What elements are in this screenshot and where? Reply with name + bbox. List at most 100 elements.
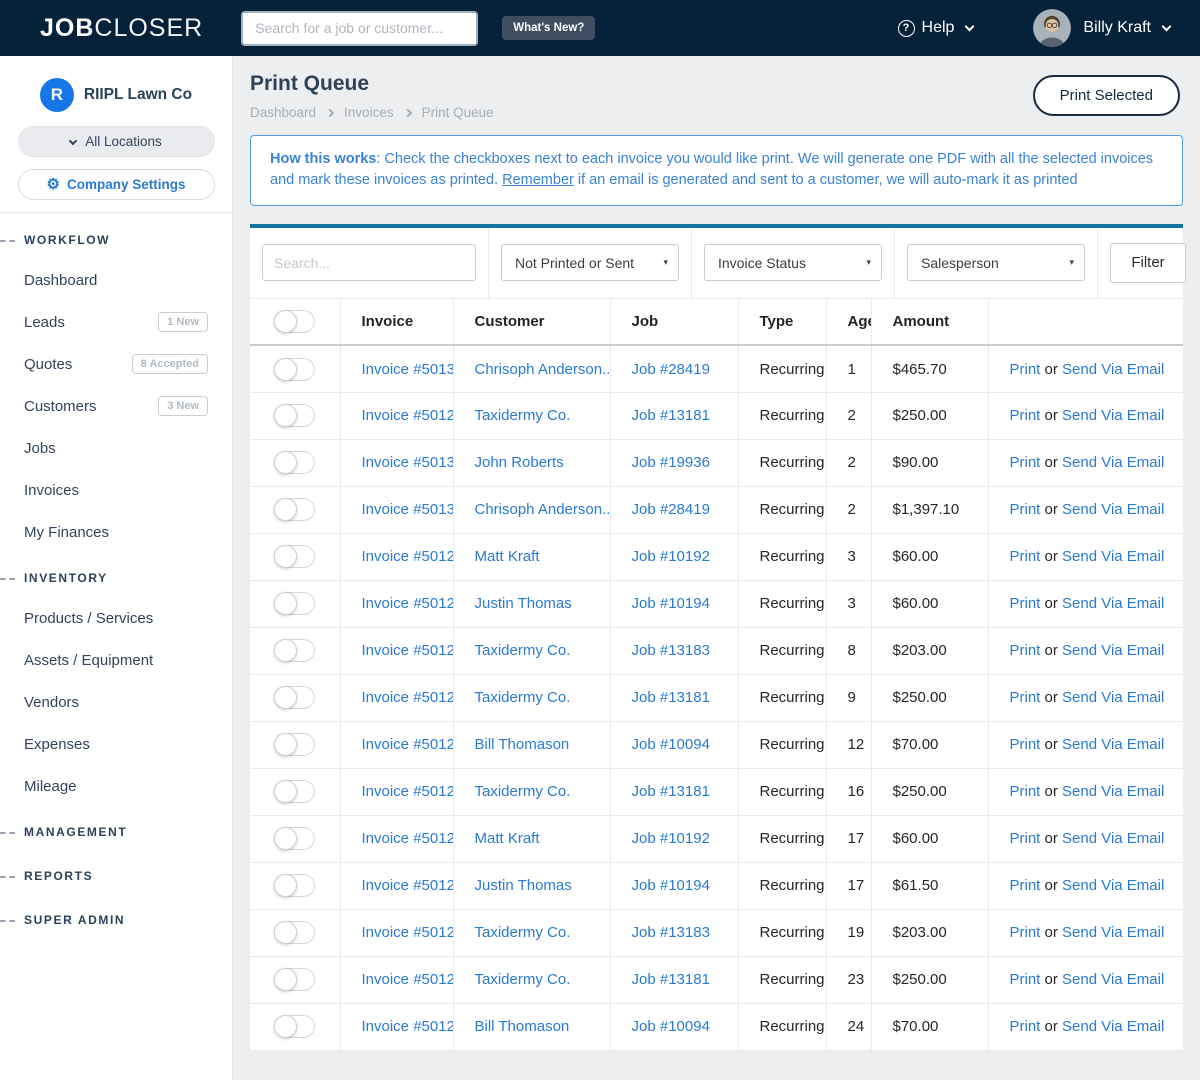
- locations-selector[interactable]: All Locations: [17, 126, 215, 157]
- user-avatar[interactable]: [1033, 9, 1072, 47]
- sidebar-item-expenses[interactable]: Expenses: [0, 723, 232, 765]
- row-select-toggle[interactable]: [274, 639, 315, 663]
- invoice-link[interactable]: Invoice #501271: [362, 924, 453, 941]
- job-link[interactable]: Job #13181: [632, 783, 710, 800]
- job-link[interactable]: Job #28419: [632, 361, 710, 378]
- sidebar-item-dashboard[interactable]: Dashboard: [0, 259, 232, 301]
- table-search-input[interactable]: [262, 244, 476, 282]
- invoice-link[interactable]: Invoice #501273: [362, 830, 453, 847]
- print-link[interactable]: Print: [1010, 830, 1041, 847]
- job-link[interactable]: Job #13181: [632, 407, 710, 424]
- invoice-link[interactable]: Invoice #501280: [362, 736, 453, 753]
- salesperson-select[interactable]: Salesperson ▾: [907, 244, 1085, 282]
- print-link[interactable]: Print: [1010, 548, 1041, 565]
- print-link[interactable]: Print: [1010, 642, 1041, 659]
- print-link[interactable]: Print: [1010, 501, 1041, 518]
- customer-link[interactable]: Justin Thomas: [475, 877, 572, 894]
- customer-link[interactable]: Taxidermy Co.: [475, 783, 571, 800]
- print-link[interactable]: Print: [1010, 361, 1041, 378]
- customer-link[interactable]: Chrisoph Anderson...: [475, 501, 610, 518]
- customer-link[interactable]: Matt Kraft: [475, 830, 540, 847]
- send-via-email-link[interactable]: Send Via Email: [1062, 595, 1164, 612]
- job-link[interactable]: Job #13183: [632, 642, 710, 659]
- invoice-status-select[interactable]: Invoice Status ▾: [704, 244, 882, 282]
- row-select-toggle[interactable]: [274, 592, 315, 616]
- company-settings-button[interactable]: ⚙ Company Settings: [17, 169, 215, 200]
- send-via-email-link[interactable]: Send Via Email: [1062, 783, 1164, 800]
- row-select-toggle[interactable]: [274, 686, 315, 710]
- whats-new-button[interactable]: What's New?: [502, 16, 596, 40]
- job-link[interactable]: Job #10194: [632, 595, 710, 612]
- row-select-toggle[interactable]: [274, 498, 315, 522]
- breadcrumb-dashboard[interactable]: Dashboard: [250, 105, 316, 120]
- global-search-input[interactable]: [241, 10, 479, 46]
- print-link[interactable]: Print: [1010, 971, 1041, 988]
- invoice-link[interactable]: Invoice #501292: [362, 548, 453, 565]
- print-link[interactable]: Print: [1010, 736, 1041, 753]
- job-link[interactable]: Job #13181: [632, 971, 710, 988]
- print-link[interactable]: Print: [1010, 783, 1041, 800]
- row-select-toggle[interactable]: [274, 545, 315, 569]
- send-via-email-link[interactable]: Send Via Email: [1062, 971, 1164, 988]
- nav-section-inventory[interactable]: INVENTORY: [0, 559, 232, 597]
- nav-section-management[interactable]: MANAGEMENT: [0, 813, 232, 851]
- row-select-toggle[interactable]: [274, 780, 315, 804]
- info-remember-link[interactable]: Remember: [502, 172, 574, 188]
- row-select-toggle[interactable]: [274, 451, 315, 475]
- sidebar-item-mileage[interactable]: Mileage: [0, 765, 232, 807]
- send-via-email-link[interactable]: Send Via Email: [1062, 454, 1164, 471]
- send-via-email-link[interactable]: Send Via Email: [1062, 642, 1164, 659]
- sidebar-item-customers[interactable]: Customers 3 New: [0, 385, 232, 427]
- sidebar-item-invoices[interactable]: Invoices: [0, 469, 232, 511]
- print-link[interactable]: Print: [1010, 1018, 1041, 1035]
- invoice-link[interactable]: Invoice #501302: [362, 454, 453, 471]
- send-via-email-link[interactable]: Send Via Email: [1062, 501, 1164, 518]
- job-link[interactable]: Job #13183: [632, 924, 710, 941]
- customer-link[interactable]: Taxidermy Co.: [475, 971, 571, 988]
- invoice-link[interactable]: Invoice #501268: [362, 971, 453, 988]
- job-link[interactable]: Job #10192: [632, 830, 710, 847]
- invoice-link[interactable]: Invoice #501266: [362, 1018, 453, 1035]
- invoice-link[interactable]: Invoice #501303: [362, 501, 453, 518]
- invoice-link[interactable]: Invoice #501293: [362, 595, 453, 612]
- invoice-link[interactable]: Invoice #501297: [362, 407, 453, 424]
- print-link[interactable]: Print: [1010, 877, 1041, 894]
- send-via-email-link[interactable]: Send Via Email: [1062, 548, 1164, 565]
- customer-link[interactable]: Taxidermy Co.: [475, 407, 571, 424]
- customer-link[interactable]: Taxidermy Co.: [475, 924, 571, 941]
- send-via-email-link[interactable]: Send Via Email: [1062, 407, 1164, 424]
- row-select-toggle[interactable]: [274, 968, 315, 992]
- invoice-link[interactable]: Invoice #501288: [362, 642, 453, 659]
- row-select-toggle[interactable]: [274, 404, 315, 428]
- customer-link[interactable]: Taxidermy Co.: [475, 642, 571, 659]
- nav-section-super-admin[interactable]: SUPER ADMIN: [0, 901, 232, 939]
- send-via-email-link[interactable]: Send Via Email: [1062, 830, 1164, 847]
- print-link[interactable]: Print: [1010, 407, 1041, 424]
- send-via-email-link[interactable]: Send Via Email: [1062, 1018, 1164, 1035]
- row-select-toggle[interactable]: [274, 733, 315, 757]
- invoice-link[interactable]: Invoice #501287: [362, 689, 453, 706]
- invoice-link[interactable]: Invoice #501278: [362, 783, 453, 800]
- invoice-link[interactable]: Invoice #501274: [362, 877, 453, 894]
- job-link[interactable]: Job #19936: [632, 454, 710, 471]
- print-link[interactable]: Print: [1010, 924, 1041, 941]
- sidebar-item-jobs[interactable]: Jobs: [0, 427, 232, 469]
- customer-link[interactable]: Matt Kraft: [475, 548, 540, 565]
- user-menu[interactable]: Billy Kraft: [1083, 19, 1172, 37]
- row-select-toggle[interactable]: [274, 921, 315, 945]
- print-selected-button[interactable]: Print Selected: [1032, 75, 1180, 116]
- customer-link[interactable]: Justin Thomas: [475, 595, 572, 612]
- row-select-toggle[interactable]: [274, 1015, 315, 1039]
- invoice-link[interactable]: Invoice #501305: [362, 361, 453, 378]
- send-via-email-link[interactable]: Send Via Email: [1062, 689, 1164, 706]
- sidebar-item-products-services[interactable]: Products / Services: [0, 597, 232, 639]
- sidebar-item-leads[interactable]: Leads 1 New: [0, 301, 232, 343]
- send-via-email-link[interactable]: Send Via Email: [1062, 736, 1164, 753]
- send-via-email-link[interactable]: Send Via Email: [1062, 877, 1164, 894]
- sidebar-item-vendors[interactable]: Vendors: [0, 681, 232, 723]
- customer-link[interactable]: Taxidermy Co.: [475, 689, 571, 706]
- send-via-email-link[interactable]: Send Via Email: [1062, 924, 1164, 941]
- sidebar-item-assets-equipment[interactable]: Assets / Equipment: [0, 639, 232, 681]
- customer-link[interactable]: Bill Thomason: [475, 1018, 570, 1035]
- customer-link[interactable]: John Roberts: [475, 454, 564, 471]
